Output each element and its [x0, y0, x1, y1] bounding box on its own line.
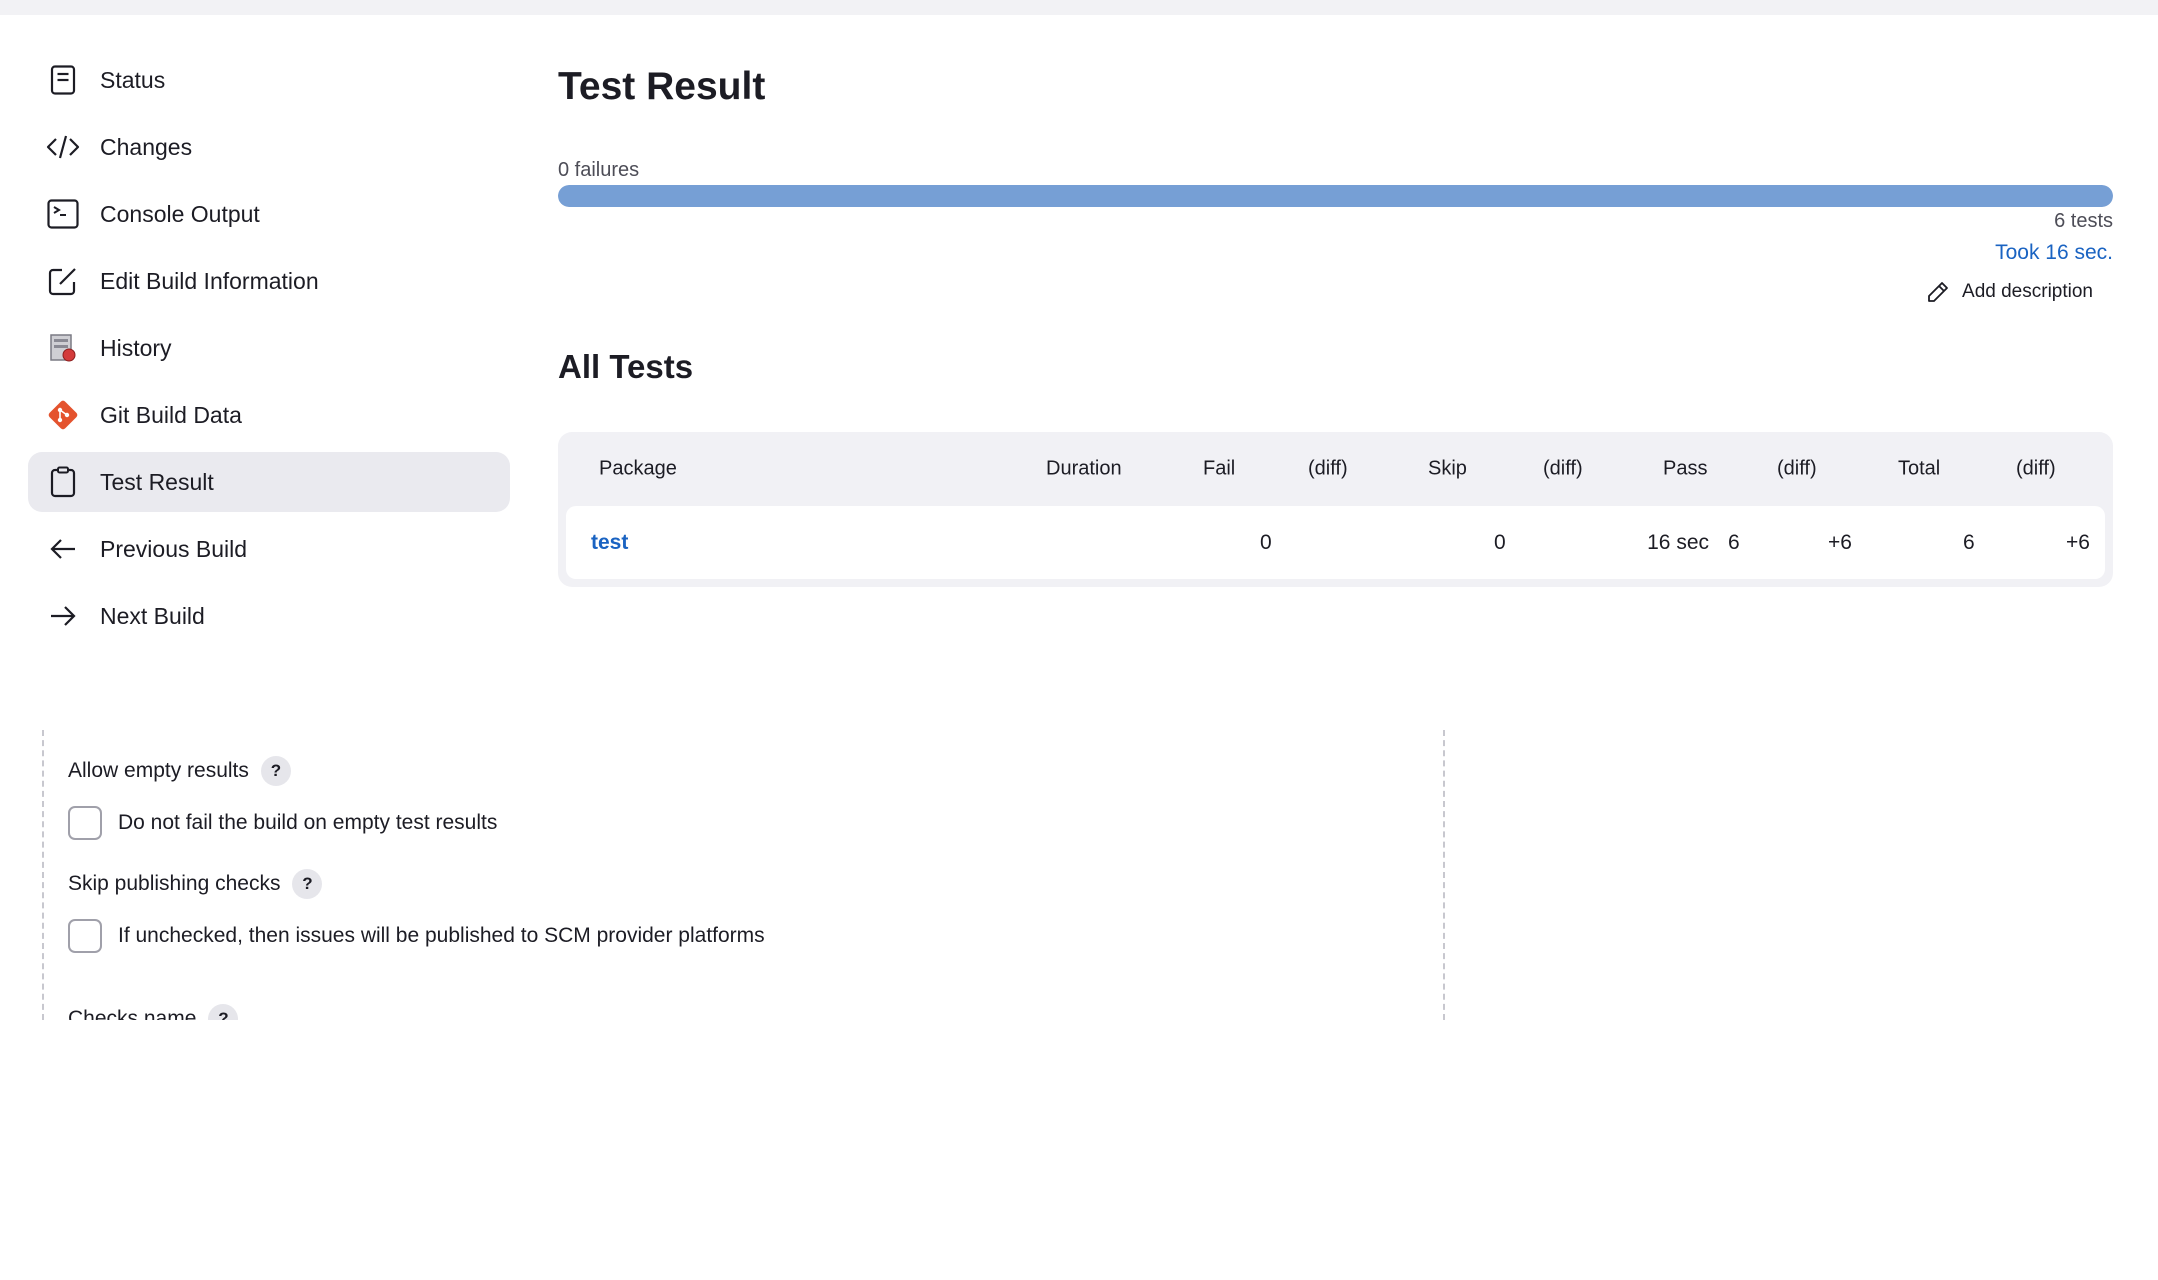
- arrow-left-icon: [46, 532, 80, 566]
- skip-checks-checkbox-row[interactable]: If unchecked, then issues will be publis…: [68, 919, 765, 953]
- edit-icon: [46, 264, 80, 298]
- progress-pass-fill: [558, 185, 2113, 207]
- failures-text: 0 failures: [558, 159, 640, 181]
- allow-empty-checkbox-label: Do not fail the build on empty test resu…: [118, 811, 498, 834]
- sidebar-item-label: Edit Build Information: [100, 267, 319, 294]
- sidebar-item-previous-build[interactable]: Previous Build: [28, 519, 510, 579]
- cell-pass-diff: +6: [1828, 530, 1852, 554]
- all-tests-heading: All Tests: [558, 348, 694, 385]
- sidebar-item-label: Git Build Data: [100, 401, 242, 428]
- help-icon[interactable]: ?: [208, 1004, 239, 1020]
- sidebar: Status Changes Console Output Edit Build…: [28, 50, 510, 653]
- sidebar-item-label: Console Output: [100, 200, 260, 227]
- clipboard-icon: [46, 465, 80, 499]
- column-header-package[interactable]: Package: [599, 458, 677, 481]
- sidebar-item-label: Status: [100, 66, 166, 93]
- help-icon[interactable]: ?: [260, 756, 291, 786]
- allow-empty-checkbox[interactable]: [68, 806, 102, 840]
- checks-name-label: Checks name ?: [68, 1004, 239, 1020]
- page-title: Test Result: [558, 65, 766, 108]
- checks-name-label-text: Checks name: [68, 1007, 197, 1020]
- cell-skip: 0: [1494, 530, 1506, 554]
- cell-fail: 0: [1260, 530, 1272, 554]
- sidebar-item-changes[interactable]: Changes: [28, 117, 510, 177]
- column-header-total[interactable]: Total: [1898, 458, 1940, 481]
- allow-empty-checkbox-row[interactable]: Do not fail the build on empty test resu…: [68, 806, 497, 840]
- document-icon: [46, 63, 80, 97]
- cell-total-diff: +6: [2066, 530, 2090, 554]
- cell-pass: 6: [1728, 530, 1740, 554]
- column-header-skip-diff[interactable]: (diff): [1543, 458, 1583, 481]
- table-row: test 16 sec 0 0 6 +6 6 +6: [566, 506, 2105, 579]
- allow-empty-label: Allow empty results ?: [68, 756, 291, 786]
- sidebar-item-label: History: [100, 334, 172, 361]
- terminal-icon: [46, 197, 80, 231]
- sidebar-item-status[interactable]: Status: [28, 50, 510, 110]
- column-header-skip[interactable]: Skip: [1428, 458, 1467, 481]
- top-bar: [0, 0, 2158, 15]
- add-description-button[interactable]: Add description: [1926, 280, 2093, 304]
- sidebar-item-test-result[interactable]: Test Result: [28, 452, 510, 512]
- allow-empty-label-text: Allow empty results: [68, 759, 249, 782]
- main-content: Test Result 0 failures 6 tests Took 16 s…: [558, 60, 2113, 587]
- column-header-fail[interactable]: Fail: [1203, 458, 1235, 481]
- tests-table: Package Duration Fail (diff) Skip (diff)…: [558, 432, 2113, 587]
- cell-total: 6: [1963, 530, 1975, 554]
- package-link[interactable]: test: [591, 531, 628, 555]
- skip-checks-label-text: Skip publishing checks: [68, 872, 281, 895]
- skip-checks-checkbox-label: If unchecked, then issues will be publis…: [118, 924, 765, 947]
- sidebar-item-label: Changes: [100, 133, 193, 160]
- arrow-right-icon: [46, 599, 80, 633]
- column-header-pass[interactable]: Pass: [1663, 458, 1707, 481]
- sidebar-item-console-output[interactable]: Console Output: [28, 184, 510, 244]
- took-link[interactable]: Took 16 sec.: [1995, 241, 2113, 265]
- column-header-duration[interactable]: Duration: [1046, 458, 1122, 481]
- git-icon: [46, 398, 80, 432]
- sidebar-item-next-build[interactable]: Next Build: [28, 586, 510, 646]
- table-header: Package Duration Fail (diff) Skip (diff)…: [566, 432, 2105, 506]
- sidebar-item-label: Next Build: [100, 602, 205, 629]
- sidebar-item-label: Test Result: [100, 468, 214, 495]
- help-icon[interactable]: ?: [292, 869, 323, 899]
- skip-checks-checkbox[interactable]: [68, 919, 102, 953]
- sidebar-item-git-build-data[interactable]: Git Build Data: [28, 385, 510, 445]
- column-header-fail-diff[interactable]: (diff): [1308, 458, 1348, 481]
- sidebar-item-label: Previous Build: [100, 535, 248, 562]
- config-section: Allow empty results ? Do not fail the bu…: [42, 730, 1445, 1020]
- tests-count: 6 tests: [2054, 210, 2113, 232]
- column-header-pass-diff[interactable]: (diff): [1777, 458, 1817, 481]
- sidebar-item-edit-build-information[interactable]: Edit Build Information: [28, 251, 510, 311]
- test-progress-bar: [558, 185, 2113, 207]
- cell-duration: 16 sec: [1647, 530, 1709, 554]
- code-icon: [46, 130, 80, 164]
- add-description-label: Add description: [1962, 281, 2093, 302]
- pencil-icon: [1928, 282, 1948, 302]
- sidebar-item-history[interactable]: History: [28, 318, 510, 378]
- history-icon: [46, 331, 80, 365]
- skip-checks-label: Skip publishing checks ?: [68, 869, 323, 899]
- column-header-total-diff[interactable]: (diff): [2016, 458, 2056, 481]
